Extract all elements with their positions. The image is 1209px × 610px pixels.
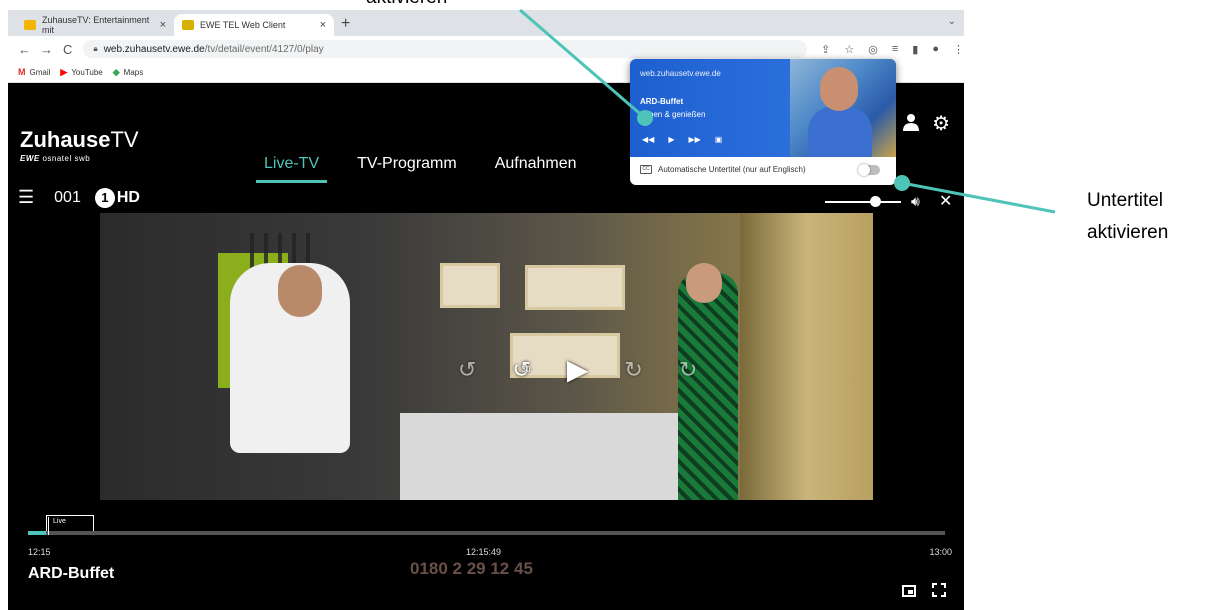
annotation-arrows [519, 8, 1056, 214]
annotation-dot-top [637, 110, 653, 126]
annotation-arrow-top [519, 8, 646, 120]
annotation-dot-right [894, 175, 910, 191]
annotation-arrow-right [901, 181, 1056, 214]
